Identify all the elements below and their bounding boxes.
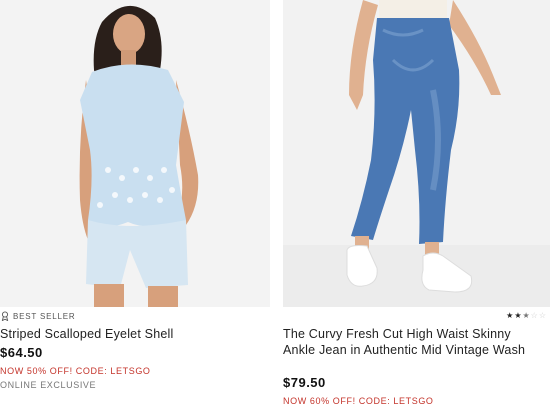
rating-stars: ★ ★ ★ ☆ ☆ (506, 312, 546, 320)
model-photo (283, 0, 550, 307)
star-half-icon: ★ (522, 311, 530, 320)
online-exclusive-tag: ONLINE EXCLUSIVE (0, 380, 97, 390)
product-price: $79.50 (283, 375, 326, 390)
star-icon: ☆ (538, 311, 546, 320)
star-icon: ★ (506, 311, 514, 320)
badge-label: BEST SELLER (13, 311, 76, 321)
best-seller-badge: BEST SELLER (0, 310, 75, 322)
product-image[interactable] (283, 0, 550, 307)
product-card-eyelet-shell[interactable]: BEST SELLER Striped Scalloped Eyelet She… (0, 0, 270, 390)
product-card-curvy-jean[interactable]: ★ ★ ★ ☆ ☆ The Curvy Fresh Cut High Waist… (283, 0, 550, 406)
star-icon: ☆ (530, 311, 538, 320)
product-name[interactable]: Striped Scalloped Eyelet Shell (0, 326, 173, 342)
product-image[interactable] (0, 0, 270, 307)
product-name[interactable]: The Curvy Fresh Cut High Waist Skinny An… (283, 326, 543, 358)
model-photo (0, 0, 270, 307)
product-price: $64.50 (0, 345, 43, 360)
ribbon-icon (1, 311, 9, 321)
star-icon: ★ (514, 311, 522, 320)
promo-text: NOW 50% OFF! CODE: LETSGO (0, 366, 151, 376)
